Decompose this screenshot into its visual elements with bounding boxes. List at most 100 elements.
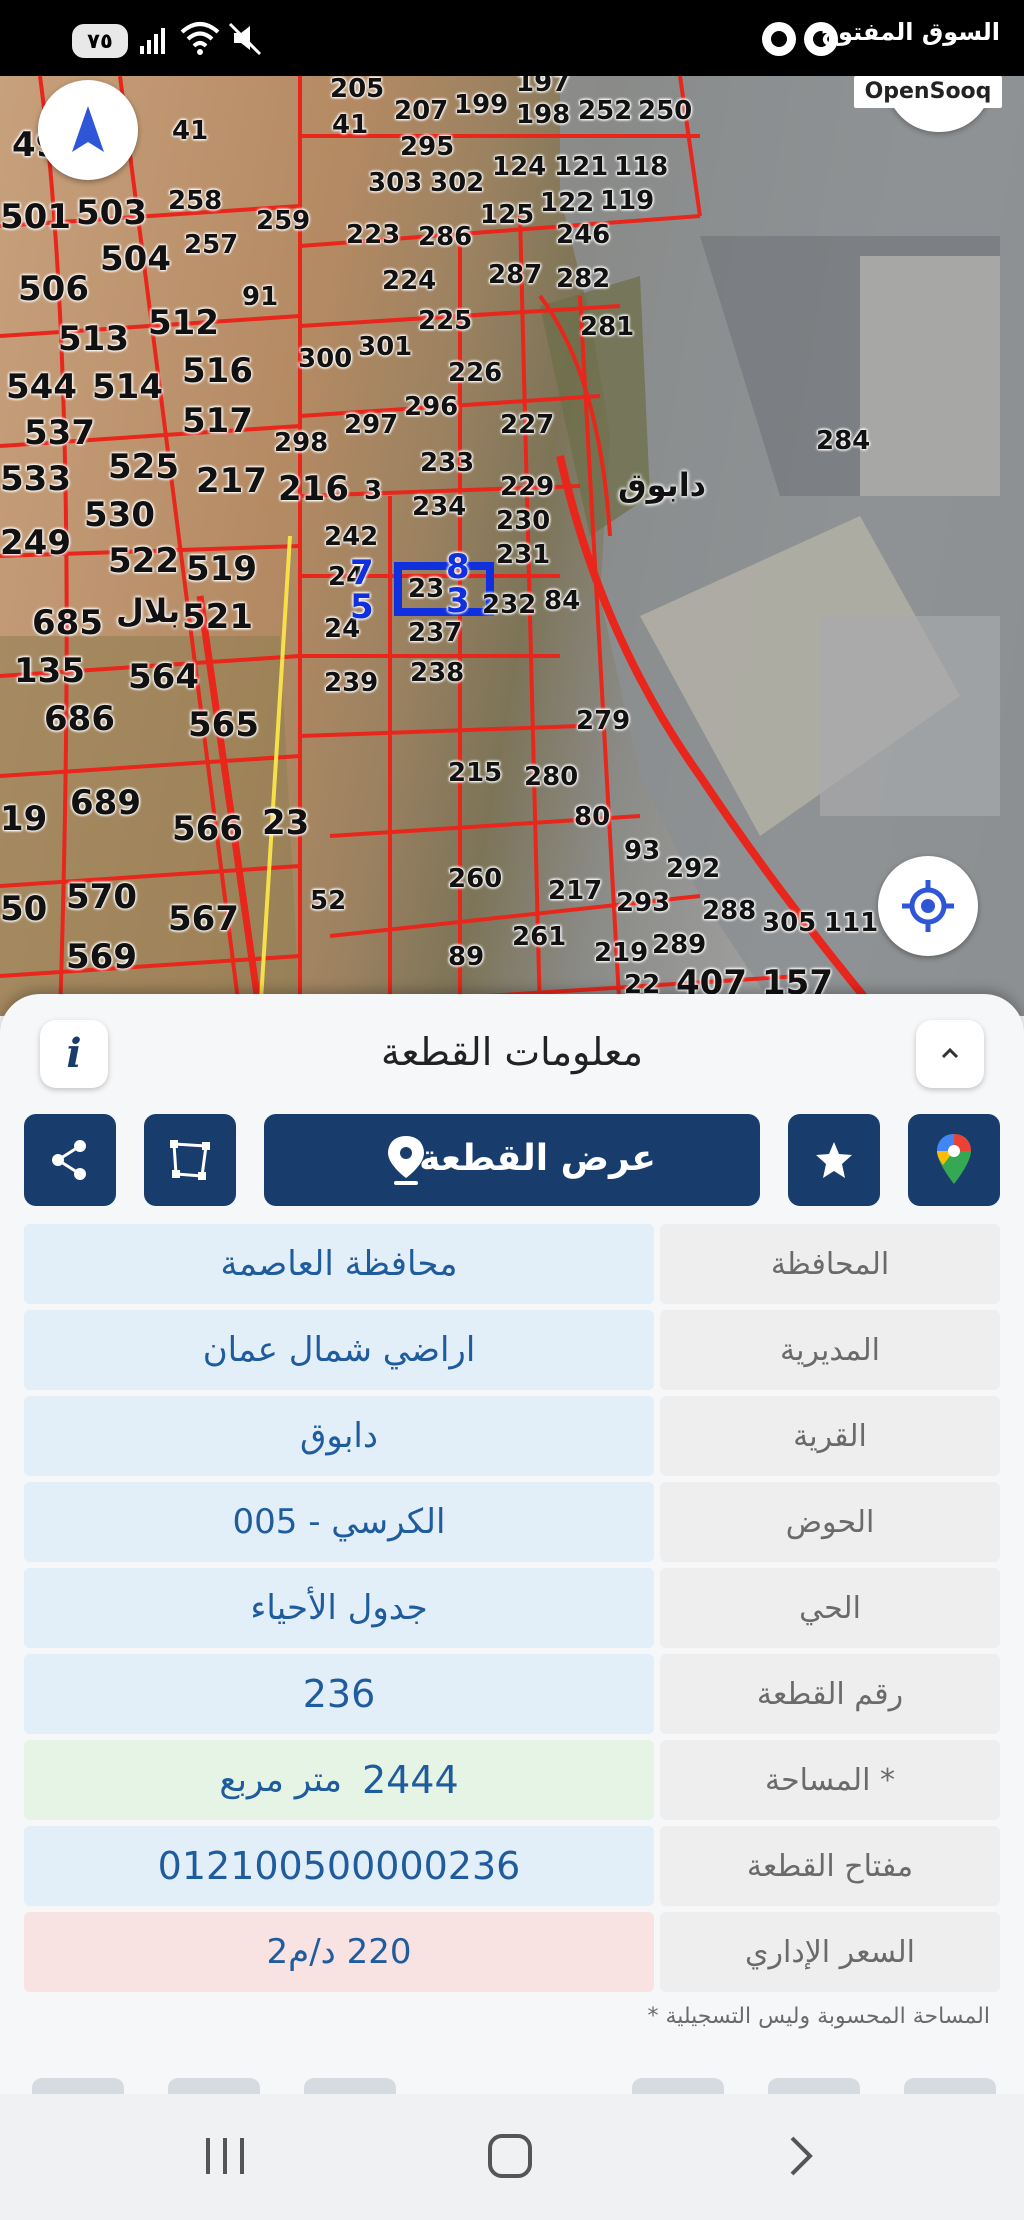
parcel-number-label[interactable]: 225 [418,308,472,334]
parcel-number-label[interactable]: 282 [556,266,610,292]
parcel-number-label[interactable]: 252 [578,98,632,124]
parcel-number-label[interactable]: 689 [70,786,141,820]
locate-button[interactable] [878,856,978,956]
parcel-number-label[interactable]: 224 [382,268,436,294]
parcel-number-label[interactable]: 80 [574,804,610,830]
parcel-number-label[interactable]: 519 [186,552,257,586]
parcel-number-label[interactable]: 303 [368,170,422,196]
parcel-number-label[interactable]: 295 [400,134,454,160]
parcel-number-label[interactable]: 501 [0,200,71,234]
favorite-button[interactable] [788,1114,880,1206]
parcel-number-label[interactable]: 280 [524,764,578,790]
home-icon[interactable] [486,2134,534,2178]
view-parcel-button[interactable]: عرض القطعة [264,1114,760,1206]
parcel-number-label[interactable]: 52 [310,888,346,914]
compass-button[interactable] [38,80,138,180]
recent-apps-icon[interactable] [200,2134,250,2178]
parcel-number-label[interactable]: 198 [516,102,570,128]
parcel-number-label[interactable]: 197 [516,76,570,96]
parcel-number-label[interactable]: 121 [554,154,608,180]
parcel-number-label[interactable]: 292 [666,856,720,882]
parcel-number-label[interactable]: 261 [512,924,566,950]
parcel-number-label[interactable]: 565 [188,708,259,742]
parcel-number-label[interactable]: 41 [172,118,208,144]
parcel-number-label[interactable]: 234 [412,494,466,520]
parcel-number-label[interactable]: 237 [408,620,462,646]
parcel-number-label[interactable]: 118 [614,154,668,180]
parcel-number-label[interactable]: 522 [108,544,179,578]
parcel-number-label[interactable]: 301 [358,334,412,360]
parcel-number-label[interactable]: 512 [148,306,219,340]
parcel-number-label[interactable]: 530 [84,498,155,532]
parcel-number-label[interactable]: 514 [92,370,163,404]
parcel-number-label[interactable]: 23 [262,806,309,840]
parcel-number-label[interactable]: 226 [448,360,502,386]
parcel-number-label[interactable]: 119 [600,188,654,214]
parcel-number-label[interactable]: 305 [762,910,816,936]
parcel-number-label[interactable]: 503 [76,196,147,230]
parcel-number-label[interactable]: 302 [430,170,484,196]
parcel-number-label[interactable]: 537 [24,416,95,450]
parcel-number-label[interactable]: 296 [404,394,458,420]
parcel-number-label[interactable]: 298 [274,430,328,456]
parcel-number-label[interactable]: 238 [410,660,464,686]
parcel-number-label[interactable]: 249 [0,526,71,560]
parcel-number-label[interactable]: 569 [66,940,137,974]
parcel-number-label[interactable]: 286 [418,224,472,250]
parcel-number-label[interactable]: 293 [616,890,670,916]
parcel-number-label[interactable]: 124 [492,154,546,180]
parcel-number-label[interactable]: 229 [500,474,554,500]
parcel-number-label[interactable]: 242 [324,524,378,550]
back-icon[interactable] [780,2134,820,2178]
parcel-number-label[interactable]: 516 [182,354,253,388]
parcel-number-label[interactable]: 250 [638,98,692,124]
parcel-number-label[interactable]: 544 [6,370,77,404]
share-button[interactable] [24,1114,116,1206]
parcel-number-label[interactable]: 525 [108,450,179,484]
parcel-number-label[interactable]: 288 [702,898,756,924]
parcel-number-label[interactable]: 504 [100,242,171,276]
parcel-number-label[interactable]: 125 [480,202,534,228]
parcel-number-label[interactable]: 260 [448,866,502,892]
parcel-number-label[interactable]: 258 [168,188,222,214]
parcel-number-label[interactable]: 297 [344,412,398,438]
parcel-number-label[interactable]: 93 [624,838,660,864]
parcel-number-label[interactable]: 232 [482,592,536,618]
selected-parcel-label[interactable]: 23 [408,576,444,602]
collapse-button[interactable] [916,1020,984,1088]
parcel-number-label[interactable]: 289 [652,932,706,958]
parcel-number-label[interactable]: 566 [172,812,243,846]
parcel-number-label[interactable]: 230 [496,508,550,534]
parcel-number-label[interactable]: 219 [594,940,648,966]
parcel-number-label[interactable]: 239 [324,670,378,696]
parcel-number-label[interactable]: 564 [128,660,199,694]
parcel-number-label[interactable]: 111 [824,910,878,936]
parcel-number-label[interactable]: 217 [548,878,602,904]
parcel-number-label[interactable]: 84 [544,588,580,614]
parcel-number-label[interactable]: 215 [448,760,502,786]
parcel-number-label[interactable]: 227 [500,412,554,438]
parcel-number-label[interactable]: 300 [298,346,352,372]
parcel-number-label[interactable]: 199 [454,92,508,118]
parcel-number-label[interactable]: 231 [496,542,550,568]
parcel-number-label[interactable]: 223 [346,222,400,248]
open-google-maps-button[interactable] [908,1114,1000,1206]
parcel-number-label[interactable]: 217 [196,464,267,498]
parcel-number-label[interactable]: 686 [44,702,115,736]
parcel-number-label[interactable]: 91 [242,284,278,310]
parcel-number-label[interactable]: 207 [394,98,448,124]
parcel-number-label[interactable]: 19 [0,802,47,836]
parcel-number-label[interactable]: 135 [14,654,85,688]
parcel-number-label[interactable]: 685 [32,606,103,640]
draw-shape-button[interactable] [144,1114,236,1206]
parcel-map[interactable]: 4974150150325825950425750691513512544514… [0,76,1024,1016]
parcel-number-label[interactable]: 89 [448,944,484,970]
parcel-number-label[interactable]: 521 [182,600,253,634]
parcel-number-label[interactable]: 216 [278,472,349,506]
parcel-number-label[interactable]: 513 [58,322,129,356]
parcel-number-label[interactable]: 281 [580,314,634,340]
parcel-number-label[interactable]: 205 [330,76,384,102]
parcel-number-label[interactable]: 287 [488,262,542,288]
parcel-number-label[interactable]: 41 [332,112,368,138]
parcel-number-label[interactable]: 567 [168,902,239,936]
